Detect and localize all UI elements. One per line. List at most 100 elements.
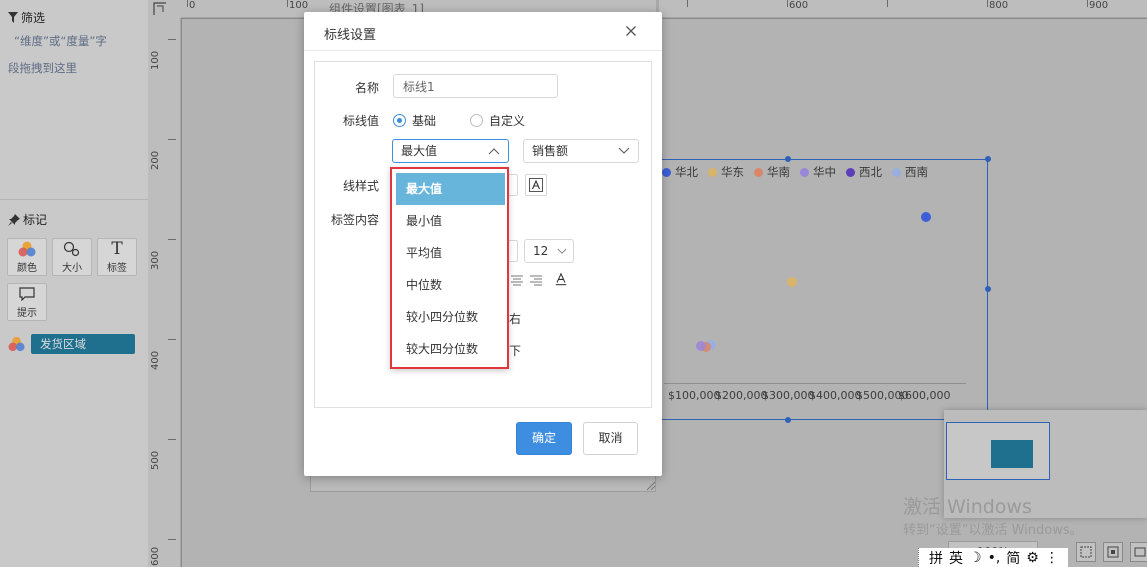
legend-dot	[800, 167, 809, 177]
color-palette-icon	[18, 240, 36, 258]
legend-dot	[846, 167, 855, 177]
dialog-header: 标线设置	[304, 12, 662, 51]
dropdown-option-q1[interactable]: 较小四分位数	[396, 301, 505, 333]
ruler-corner-icon	[153, 2, 166, 15]
align-right-icon[interactable]	[528, 274, 544, 288]
mark-tooltip-button[interactable]: 提示	[7, 283, 47, 321]
marks-title-text: 标记	[23, 213, 48, 227]
ime-moon-icon[interactable]: ☽	[969, 550, 982, 566]
filter-title-text: 筛选	[21, 11, 46, 25]
ok-button[interactable]: 确定	[516, 422, 572, 455]
filter-section-title: 筛选	[8, 9, 45, 26]
dropdown-option-min[interactable]: 最小值	[396, 205, 505, 237]
legend-item: 华中	[800, 164, 836, 180]
ime-settings-icon[interactable]: ⚙	[1026, 550, 1039, 566]
resize-handle[interactable]	[785, 156, 791, 162]
filter-icon	[8, 12, 18, 23]
dropdown-option-median[interactable]: 中位数	[396, 269, 505, 301]
dropdown-option-avg[interactable]: 平均值	[396, 237, 505, 269]
close-icon[interactable]	[622, 23, 640, 41]
radio-basic-label: 基础	[412, 114, 437, 128]
mark-label-button[interactable]: T 标签	[97, 238, 137, 276]
line-value-label: 标线值	[342, 114, 379, 128]
legend-item: 西南	[892, 164, 928, 180]
x-tick-label: $200,000	[715, 389, 768, 402]
chevron-up-icon	[487, 144, 501, 158]
x-tick-label: $400,000	[809, 389, 862, 402]
radio-custom[interactable]: 自定义	[470, 112, 525, 129]
legend-label: 华东	[721, 165, 744, 179]
ruler-corner	[148, 0, 181, 18]
chart-frame[interactable]	[654, 159, 988, 420]
ruler-left-label: 500	[150, 450, 161, 470]
resize-handle[interactable]	[985, 156, 991, 162]
dropdown-option-q3[interactable]: 较大四分位数	[396, 333, 505, 365]
ime-english[interactable]: 英	[949, 548, 963, 567]
resize-handle[interactable]	[785, 417, 791, 423]
ruler-top-label: 0	[189, 0, 196, 11]
stat-select-value: 最大值	[401, 144, 438, 158]
marks-section-title: 标记	[8, 211, 47, 228]
ruler-left-label: 600	[150, 546, 161, 566]
legend-item: 华南	[754, 164, 790, 180]
ruler-top-label: 100	[289, 0, 309, 11]
dialog-title: 标线设置	[324, 28, 377, 43]
ime-pinyin[interactable]: 拼	[929, 548, 943, 567]
dropdown-option-max[interactable]: 最大值	[396, 173, 505, 205]
scatter-point	[921, 212, 931, 222]
x-tick-label: $600,000	[898, 389, 951, 402]
mark-color-label: 颜色	[17, 263, 37, 274]
mark-color-button[interactable]: 颜色	[7, 238, 47, 276]
left-panel: 筛选 “维度”或“度量”字 段拖拽到这里 标记 颜色 大小 T 标签 提示 发货…	[0, 0, 148, 567]
ime-more-icon[interactable]: ⋮	[1045, 550, 1059, 566]
name-input[interactable]	[393, 74, 558, 98]
cancel-button[interactable]: 取消	[583, 422, 638, 455]
resize-grip-icon[interactable]	[644, 481, 656, 491]
scatter-point	[696, 341, 706, 351]
measure-select[interactable]: 销售额	[523, 139, 639, 163]
stat-select[interactable]: 最大值	[392, 139, 509, 163]
scatter-point	[787, 277, 797, 287]
activation-watermark: 激活 Windows	[903, 496, 1032, 518]
fit-screen-icon[interactable]	[1076, 542, 1096, 562]
label-content-label: 标签内容	[330, 213, 379, 227]
mark-label-label: 标签	[107, 263, 127, 274]
text-color-icon[interactable]	[553, 272, 569, 286]
legend-dot	[708, 167, 717, 177]
filter-hint-line2: 段拖拽到这里	[8, 61, 77, 75]
chevron-down-icon	[555, 244, 569, 258]
ime-toolbar[interactable]: 拼 英 ☽ •, 简 ⚙ ⋮	[918, 548, 1068, 567]
ruler-top-label: 800	[989, 0, 1009, 11]
position-right-label: 右	[509, 312, 522, 326]
position-bottom-label: 下	[509, 344, 522, 358]
text-label-icon: T	[111, 239, 123, 259]
font-color-icon[interactable]	[525, 174, 547, 196]
radio-basic[interactable]: 基础	[393, 112, 436, 129]
ruler-left-label: 300	[150, 250, 161, 270]
ruler-top-label: 600	[789, 0, 809, 11]
minimap-viewport[interactable]	[946, 422, 1050, 480]
minimap-chart	[991, 440, 1033, 468]
stat-dropdown-menu: 最大值 最小值 平均值 中位数 较小四分位数 较大四分位数	[390, 167, 509, 369]
font-size-select[interactable]: 12	[524, 239, 574, 263]
mark-size-button[interactable]: 大小	[52, 238, 92, 276]
actual-size-icon[interactable]	[1103, 542, 1123, 562]
x-axis-line	[664, 383, 966, 384]
ime-simplified[interactable]: 简	[1006, 548, 1020, 567]
align-center-icon[interactable]	[509, 274, 525, 288]
legend-item: 华东	[708, 164, 744, 180]
legend-label: 华南	[767, 165, 790, 179]
fullscreen-icon[interactable]	[1130, 542, 1147, 562]
ime-punct-icon[interactable]: •,	[988, 550, 1001, 566]
legend-label: 华北	[675, 165, 698, 179]
radio-basic-circle[interactable]	[393, 114, 406, 127]
resize-handle[interactable]	[985, 286, 991, 292]
tooltip-bubble-icon	[19, 285, 35, 303]
ruler-left-label: 400	[150, 350, 161, 370]
size-circles-icon	[63, 240, 81, 258]
pin-icon	[8, 213, 20, 226]
measure-select-value: 销售额	[532, 144, 569, 158]
panel-divider	[0, 199, 148, 200]
color-field-pill[interactable]: 发货区域	[31, 334, 135, 354]
radio-custom-circle[interactable]	[470, 114, 483, 127]
